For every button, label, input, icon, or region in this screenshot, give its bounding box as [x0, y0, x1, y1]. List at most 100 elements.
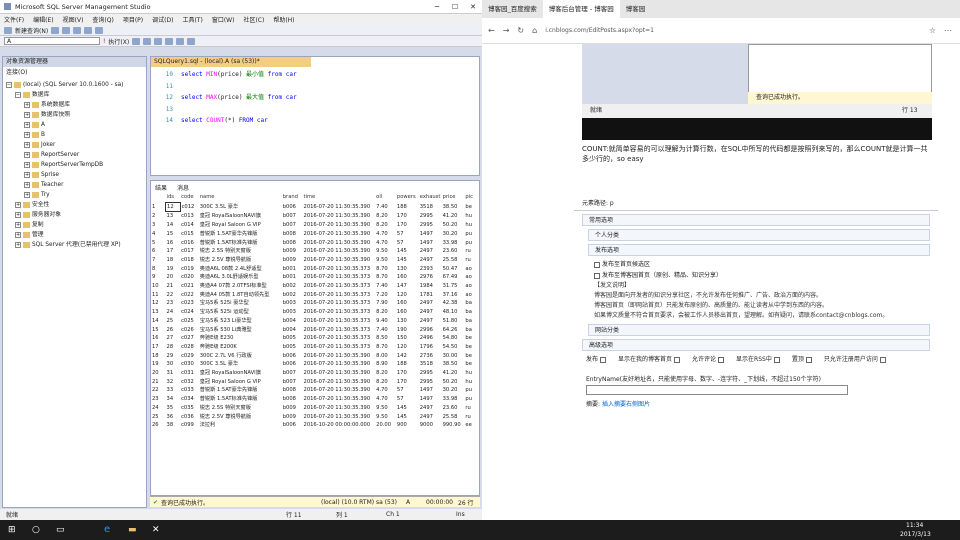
table-cell[interactable]: hu	[464, 378, 479, 387]
table-row[interactable]: 11 22 c022 奥迪A4 05款 1.8T自动领先型 b002 2016-07-20…	[151, 291, 479, 300]
table-row[interactable]: 17 28 c028 奔驰E级 E200K b005 2016-07-20 11:30:3…	[151, 343, 479, 352]
table-cell[interactable]: b005	[282, 343, 303, 352]
table-cell[interactable]: 2016-07-20 11:30:35.390	[303, 360, 376, 369]
table-cell[interactable]: 8.70	[375, 343, 396, 352]
table-cell[interactable]: 2497	[419, 299, 442, 308]
table-cell[interactable]: 12	[165, 201, 181, 213]
table-cell[interactable]: 8.00	[375, 352, 396, 361]
checkbox[interactable]	[594, 272, 600, 279]
table-cell[interactable]: be	[464, 343, 479, 352]
table-cell[interactable]: 25.58	[442, 256, 465, 265]
table-cell[interactable]: b007	[282, 212, 303, 221]
tree-node[interactable]: − 数据库	[6, 90, 146, 100]
table-cell[interactable]: 2016-07-20 11:30:35.390	[303, 247, 376, 256]
table-cell[interactable]: ao	[464, 282, 479, 291]
table-cell[interactable]: 2497	[419, 247, 442, 256]
table-cell[interactable]: 2016-07-20 11:30:35.373	[303, 334, 376, 343]
publish-option[interactable]: 发布至首页候选区	[594, 259, 938, 270]
table-cell[interactable]: b007	[282, 369, 303, 378]
table-cell[interactable]: 170	[396, 369, 419, 378]
personal-category[interactable]: 个人分类	[588, 229, 930, 241]
edge-icon[interactable]: e	[104, 524, 110, 535]
table-cell[interactable]: 28	[166, 343, 181, 352]
checkbox[interactable]	[718, 356, 725, 363]
task-view-icon[interactable]: ▭	[56, 525, 65, 535]
table-cell[interactable]: 8.20	[375, 369, 396, 378]
table-cell[interactable]: 9.50	[375, 404, 396, 413]
table-cell[interactable]: 32	[166, 378, 181, 387]
table-cell[interactable]: 8.50	[375, 334, 396, 343]
table-cell[interactable]: 8.70	[375, 273, 396, 282]
table-cell[interactable]: 2995	[419, 378, 442, 387]
table-cell[interactable]: 170	[396, 212, 419, 221]
table-cell[interactable]: c027	[180, 334, 199, 343]
table-cell[interactable]: 宝马5系 525i 运动型	[199, 308, 282, 317]
menu-item[interactable]: 社区(C)	[243, 15, 264, 24]
table-row[interactable]: 16 27 c027 奔驰E级 E230 b005 2016-07-20 11:30:35…	[151, 334, 479, 343]
table-cell[interactable]: c099	[180, 421, 199, 430]
table-cell[interactable]: b008	[282, 230, 303, 239]
table-cell[interactable]: 145	[396, 404, 419, 413]
table-row[interactable]: 25 36 c036 锐志 2.5V 尊锐导航版 b009 2016-07-20 11:3…	[151, 413, 479, 422]
table-cell[interactable]: 2995	[419, 212, 442, 221]
table-cell[interactable]: 33.98	[442, 239, 465, 248]
expand-icon[interactable]: +	[24, 192, 30, 198]
table-cell[interactable]: 130	[396, 265, 419, 274]
table-cell[interactable]: 奔驰E级 E230	[199, 334, 282, 343]
table-cell[interactable]: 33.98	[442, 395, 465, 404]
checkbox[interactable]	[674, 356, 681, 363]
expand-icon[interactable]: +	[24, 122, 30, 128]
table-cell[interactable]: 1497	[419, 230, 442, 239]
minimize-button[interactable]: ─	[428, 3, 446, 11]
table-cell[interactable]: c017	[180, 247, 199, 256]
table-cell[interactable]: hu	[464, 221, 479, 230]
table-cell[interactable]: pu	[464, 239, 479, 248]
table-cell[interactable]: 38	[166, 421, 181, 430]
tree-node[interactable]: + 管理	[6, 230, 146, 240]
menu-item[interactable]: 调试(D)	[152, 15, 173, 24]
table-cell[interactable]: 188	[396, 202, 419, 212]
expand-icon[interactable]: +	[15, 232, 21, 238]
table-cell[interactable]: 23.60	[442, 247, 465, 256]
expand-icon[interactable]: +	[24, 152, 30, 158]
table-cell[interactable]: be	[464, 352, 479, 361]
table-cell[interactable]: 9.50	[375, 256, 396, 265]
results-tab[interactable]: 结果	[155, 183, 167, 192]
new-query-icon[interactable]	[4, 26, 12, 34]
table-row[interactable]: 22 33 c033 普锐斯 1.5AT豪华先锋版 b008 2016-07-20 11:…	[151, 386, 479, 395]
table-cell[interactable]: c025	[180, 317, 199, 326]
table-row[interactable]: 4 15 c015 普锐斯 1.5AT豪华先锋版 b008 2016-07-20 11:3…	[151, 230, 479, 239]
table-cell[interactable]: 142	[396, 352, 419, 361]
table-cell[interactable]: 22	[166, 291, 181, 300]
expand-icon[interactable]: +	[24, 142, 30, 148]
table-cell[interactable]: b006	[282, 360, 303, 369]
table-cell[interactable]: 41.20	[442, 212, 465, 221]
table-cell[interactable]: 170	[396, 221, 419, 230]
table-cell[interactable]: 188	[396, 360, 419, 369]
table-cell[interactable]: 2016-07-20 11:30:35.390	[303, 404, 376, 413]
table-cell[interactable]: 160	[396, 299, 419, 308]
column-header[interactable]: powers	[396, 193, 419, 202]
table-cell[interactable]: c019	[180, 265, 199, 274]
table-row[interactable]: 7 18 c018 锐志 2.5V 尊锐导航版 b009 2016-07-20 11:30…	[151, 256, 479, 265]
table-cell[interactable]: 33	[166, 386, 181, 395]
table-cell[interactable]: ao	[464, 265, 479, 274]
table-cell[interactable]: 9000	[419, 421, 442, 430]
table-cell[interactable]: 奥迪A6L 3.0L舒适娱乐型	[199, 273, 282, 282]
table-cell[interactable]: 4.70	[375, 395, 396, 404]
table-cell[interactable]: b009	[282, 247, 303, 256]
table-cell[interactable]: 190	[396, 326, 419, 335]
table-cell[interactable]: 15	[166, 230, 181, 239]
table-cell[interactable]: 18	[166, 256, 181, 265]
close-button[interactable]: ✕	[464, 3, 482, 11]
column-header[interactable]: code	[180, 193, 199, 202]
tree-node[interactable]: − (local) (SQL Server 10.0.1600 - sa)	[6, 80, 146, 90]
expand-icon[interactable]: +	[24, 102, 30, 108]
table-cell[interactable]: 2393	[419, 265, 442, 274]
column-header[interactable]: ids	[166, 193, 181, 202]
table-cell[interactable]: 法拉利	[199, 421, 282, 430]
table-cell[interactable]: 990.90	[442, 421, 465, 430]
table-cell[interactable]: 奥迪A4 07款 2.0TFSI标准型	[199, 282, 282, 291]
table-cell[interactable]: 普锐斯 1.5AT豪华先锋版	[199, 230, 282, 239]
table-cell[interactable]: 29	[166, 352, 181, 361]
